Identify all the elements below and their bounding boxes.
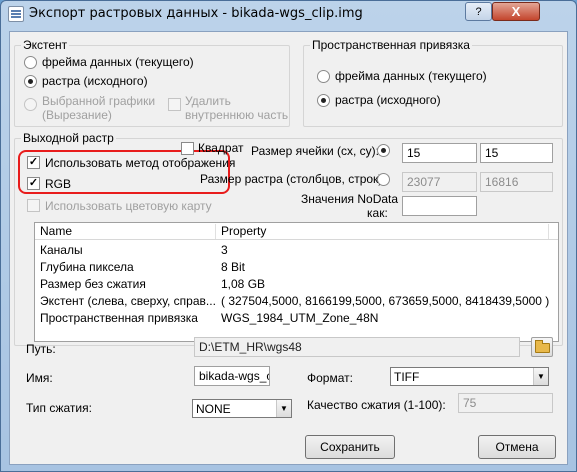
nodata-label-1: Значения NoData: [301, 192, 399, 206]
table-row: Размер без сжатия 1,08 GB: [35, 276, 558, 293]
table-cell-value: 3: [221, 243, 228, 257]
nodata-label-2: как:: [367, 206, 388, 220]
table-row: Пространственная привязка WGS_1984_UTM_Z…: [35, 310, 558, 327]
table-header: Name Property: [35, 223, 558, 240]
cell-size-x-input[interactable]: 15: [402, 143, 477, 163]
delete-outer-label-1: Удалить: [185, 94, 231, 108]
save-button[interactable]: Сохранить: [305, 435, 395, 459]
extent-raster-label: растра (исходного): [42, 74, 148, 88]
spatial-raster-label: растра (исходного): [335, 93, 441, 107]
compression-label: Тип сжатия:: [26, 401, 92, 415]
name-label: Имя:: [26, 371, 53, 385]
extent-frame-label: фрейма данных (текущего): [42, 55, 194, 69]
folder-icon: [535, 340, 550, 353]
column-header-name[interactable]: Name: [35, 224, 216, 239]
extent-group-label: Экстент: [21, 38, 70, 52]
table-cell-value: ( 327504,5000, 8166199,5000, 673659,5000…: [221, 294, 550, 308]
path-label: Путь:: [26, 342, 56, 356]
extent-raster-radio[interactable]: [24, 75, 37, 88]
close-button[interactable]: X: [492, 2, 540, 21]
quality-label: Качество сжатия (1-100):: [307, 398, 446, 412]
table-row: Глубина пиксела 8 Bit: [35, 259, 558, 276]
table-cell-name: Каналы: [40, 243, 83, 257]
extent-selected-radio[interactable]: [24, 98, 37, 111]
output-raster-group-label: Выходной растр: [21, 131, 116, 145]
path-input[interactable]: D:\ETM_HR\wgs48: [194, 337, 520, 357]
red-highlight-annotation: [18, 150, 230, 194]
table-cell-name: Экстент (слева, сверху, справ...: [40, 294, 215, 308]
window-icon: [8, 6, 24, 22]
table-cell-value: 8 Bit: [221, 260, 246, 274]
chevron-down-icon: ▼: [533, 368, 548, 385]
quality-input[interactable]: 75: [458, 393, 553, 413]
use-colormap-checkbox[interactable]: [27, 199, 40, 212]
table-cell-name: Глубина пиксела: [40, 260, 134, 274]
table-cell-name: Пространственная привязка: [40, 311, 198, 325]
square-label: Квадрат: [198, 141, 244, 155]
column-header-property[interactable]: Property: [216, 224, 549, 239]
name-input[interactable]: bikada-wgs_clip2.tif: [194, 366, 270, 386]
raster-size-label: Размер растра (столбцов, строк):: [200, 172, 386, 186]
dialog-body: Экстент фрейма данных (текущего) растра …: [9, 31, 568, 465]
cell-size-label: Размер ячейки (сх, су):: [251, 144, 379, 158]
cell-size-y-input[interactable]: 15: [480, 143, 553, 163]
extent-frame-radio[interactable]: [24, 56, 37, 69]
extent-selected-label-2: (Вырезание): [42, 108, 112, 122]
delete-outer-label-2: внутреннюю часть: [185, 108, 289, 122]
spatial-raster-radio[interactable]: [317, 94, 330, 107]
compression-select[interactable]: NONE ▼: [192, 399, 292, 418]
browse-folder-button[interactable]: [531, 337, 553, 357]
window-title: Экспорт растровых данных - bikada-wgs_cl…: [29, 6, 363, 21]
raster-size-radio[interactable]: [377, 173, 390, 186]
export-raster-dialog: Экспорт растровых данных - bikada-wgs_cl…: [0, 0, 577, 472]
raster-rows-input[interactable]: 16816: [480, 172, 553, 192]
format-select[interactable]: TIFF ▼: [390, 367, 549, 386]
cancel-button[interactable]: Отмена: [478, 435, 556, 459]
title-bar: Экспорт растровых данных - bikada-wgs_cl…: [1, 1, 576, 27]
help-button[interactable]: ?: [465, 2, 492, 21]
nodata-input[interactable]: [402, 196, 477, 216]
spatial-frame-label: фрейма данных (текущего): [335, 69, 487, 83]
raster-cols-input[interactable]: 23077: [402, 172, 477, 192]
delete-outer-checkbox[interactable]: [168, 98, 181, 111]
spatial-ref-group-label: Пространственная привязка: [310, 38, 472, 52]
table-row: Экстент (слева, сверху, справ... ( 32750…: [35, 293, 558, 310]
table-row: Каналы 3: [35, 242, 558, 259]
cell-size-radio[interactable]: [377, 144, 390, 157]
properties-table: Name Property Каналы 3 Глубина пиксела 8…: [34, 222, 559, 342]
spatial-frame-radio[interactable]: [317, 70, 330, 83]
table-cell-value: WGS_1984_UTM_Zone_48N: [221, 311, 379, 325]
table-cell-value: 1,08 GB: [221, 277, 266, 291]
format-label: Формат:: [307, 371, 353, 385]
extent-selected-label-1: Выбранной графики: [42, 94, 156, 108]
compression-select-value: NONE: [196, 402, 231, 416]
spatial-ref-group: Пространственная привязка: [303, 38, 563, 127]
square-checkbox[interactable]: [181, 142, 194, 155]
use-colormap-label: Использовать цветовую карту: [45, 199, 212, 213]
chevron-down-icon: ▼: [276, 400, 291, 417]
table-cell-name: Размер без сжатия: [40, 277, 146, 291]
format-select-value: TIFF: [394, 370, 420, 384]
